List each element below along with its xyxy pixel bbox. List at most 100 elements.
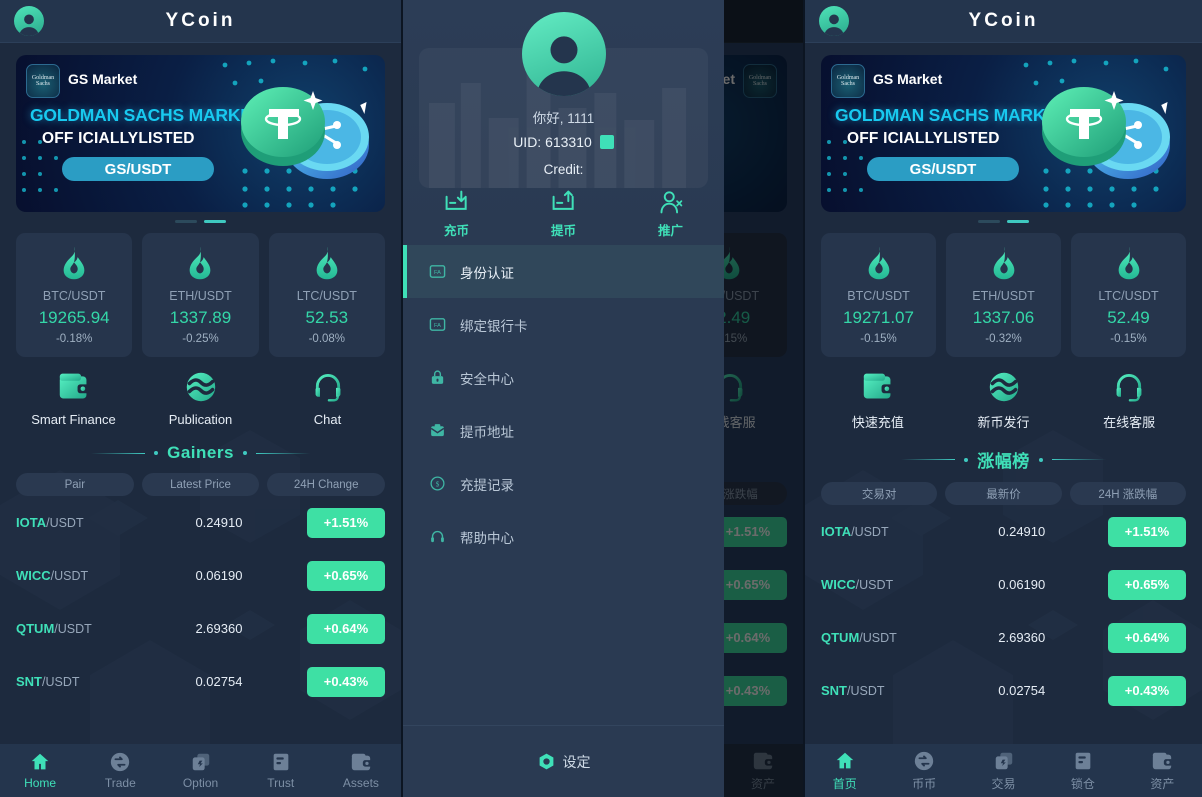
- table-row[interactable]: SNT/USDT 0.02754 +0.43%: [821, 664, 1186, 717]
- ticker-card[interactable]: ETH/USDT 1337.06 -0.32%: [946, 233, 1061, 357]
- bottom-nav-label: Assets: [342, 776, 379, 790]
- bottom-nav-trust[interactable]: Trust: [241, 744, 321, 797]
- quick-action-row: 快速充值 新币发行 在线客服: [805, 357, 1202, 437]
- section-title: Gainers: [167, 443, 234, 462]
- table-row[interactable]: IOTA/USDT 0.24910 +1.51%: [16, 496, 385, 549]
- promo-banner[interactable]: Goldman Sachs GS Market GOLDMAN SACHS MA…: [821, 55, 1186, 212]
- copy-uid-icon[interactable]: [599, 135, 614, 149]
- quick-action-smart-finance[interactable]: Smart Finance: [10, 371, 137, 427]
- banner-pair-pill[interactable]: GS/USDT: [867, 157, 1019, 181]
- banner-dot-1[interactable]: [175, 220, 197, 223]
- user-avatar-icon[interactable]: [14, 6, 44, 36]
- lock-icon: [429, 369, 446, 386]
- table-row[interactable]: QTUM/USDT 2.69360 +0.64%: [16, 602, 385, 655]
- bottom-nav-option[interactable]: Option: [160, 744, 240, 797]
- token-issue-icon: [988, 371, 1020, 403]
- row-base: IOTA: [821, 524, 852, 539]
- divider-dot-left: [154, 451, 159, 455]
- address-book-icon: [429, 422, 446, 439]
- quick-action-recharge[interactable]: 快速充值: [815, 371, 941, 431]
- column-header-price[interactable]: Latest Price: [141, 473, 260, 496]
- bottom-nav-home[interactable]: Home: [0, 744, 80, 797]
- promo-banner-carousel[interactable]: Goldman Sachs GS Market GOLDMAN SACHS MA…: [0, 43, 401, 212]
- column-header-pair[interactable]: 交易对: [821, 482, 938, 505]
- goldman-sachs-logo-icon: Goldman Sachs: [743, 64, 777, 98]
- banner-pair-pill[interactable]: GS/USDT: [62, 157, 214, 181]
- drawer-item-help-center[interactable]: 帮助中心: [403, 510, 724, 563]
- table-row[interactable]: IOTA/USDT 0.24910 +1.51%: [821, 505, 1186, 558]
- wallet-icon: [58, 371, 90, 403]
- bottom-nav-trade[interactable]: Trade: [80, 744, 160, 797]
- quick-action-support[interactable]: 在线客服: [1066, 371, 1192, 431]
- drawer-action-promote[interactable]: 推广: [617, 189, 724, 239]
- row-pair: QTUM/USDT: [16, 621, 164, 636]
- table-row[interactable]: QTUM/USDT 2.69360 +0.64%: [821, 611, 1186, 664]
- drawer-item-label: 安全中心: [460, 371, 514, 387]
- quick-action-new-token[interactable]: 新币发行: [941, 371, 1067, 431]
- row-pair: SNT/USDT: [16, 674, 164, 689]
- banner-dot-2[interactable]: [1007, 220, 1029, 223]
- ticker-price: 19271.07: [843, 307, 914, 327]
- drawer-item-transaction-records[interactable]: 充提记录: [403, 457, 724, 510]
- bottom-nav-home[interactable]: 首页: [805, 744, 884, 797]
- table-row[interactable]: WICC/USDT 0.06190 +0.65%: [16, 549, 385, 602]
- drawer-action-withdraw[interactable]: 提币: [510, 189, 617, 239]
- drawer-item-identity-verification[interactable]: 身份认证: [403, 245, 724, 298]
- drawer-item-withdraw-address[interactable]: 提币地址: [403, 404, 724, 457]
- table-row[interactable]: SNT/USDT 0.02754 +0.43%: [16, 655, 385, 708]
- banner-pagination[interactable]: [805, 212, 1202, 227]
- banner-brand: GS Market: [68, 71, 138, 87]
- bottom-nav-assets[interactable]: 资产: [1123, 744, 1202, 797]
- table-row[interactable]: WICC/USDT 0.06190 +0.65%: [821, 558, 1186, 611]
- column-header-change[interactable]: 24H 涨跌幅: [1069, 482, 1186, 505]
- app-header: YCoin: [805, 0, 1202, 43]
- drawer-item-security-center[interactable]: 安全中心: [403, 351, 724, 404]
- quick-action-publication[interactable]: Publication: [137, 371, 264, 427]
- column-header-price[interactable]: 最新价: [945, 482, 1062, 505]
- banner-dot-1[interactable]: [978, 220, 1000, 223]
- avatar[interactable]: [521, 12, 606, 96]
- row-quote: /USDT: [851, 525, 889, 539]
- section-title: 涨幅榜: [977, 452, 1030, 471]
- headset-icon: [312, 371, 344, 403]
- drawer-item-bind-bank-card[interactable]: 绑定银行卡: [403, 298, 724, 351]
- row-change-cell: +0.65%: [274, 560, 385, 591]
- ticker-card[interactable]: ETH/USDT 1337.89 -0.25%: [142, 233, 259, 357]
- gainers-table: IOTA/USDT 0.24910 +1.51% WICC/USDT 0.061…: [805, 505, 1202, 717]
- column-header-pair[interactable]: Pair: [16, 473, 134, 496]
- bottom-nav-lock[interactable]: 锁仓: [1043, 744, 1122, 797]
- three-panel-screenshot: YCoin Goldman Sachs GS Market GOLDMAN SA…: [0, 0, 1202, 797]
- banner-pagination[interactable]: [0, 212, 401, 227]
- promo-banner[interactable]: Goldman Sachs GS Market GOLDMAN SACHS MA…: [16, 55, 385, 212]
- status-badge: +0.43%: [306, 666, 385, 697]
- status-badge: +1.51%: [306, 507, 385, 538]
- drawer-action-deposit[interactable]: 充币: [403, 189, 510, 239]
- user-avatar-icon[interactable]: [819, 6, 849, 36]
- column-header-change[interactable]: 24H Change: [267, 473, 386, 496]
- status-badge: +0.65%: [306, 560, 385, 591]
- drawer-settings-button[interactable]: 设定: [403, 725, 724, 797]
- ticker-card[interactable]: LTC/USDT 52.53 -0.08%: [268, 233, 385, 357]
- promote-user-icon: [658, 189, 684, 215]
- ticker-card[interactable]: BTC/USDT 19265.94 -0.18%: [16, 233, 133, 357]
- bottom-nav-assets[interactable]: Assets: [321, 744, 401, 797]
- assets-wallet-icon: [350, 751, 372, 773]
- bottom-nav-trade[interactable]: 交易: [964, 744, 1043, 797]
- row-change-cell: +0.43%: [1077, 675, 1186, 706]
- ticker-change: -0.08%: [308, 332, 346, 345]
- row-pair: IOTA/USDT: [821, 524, 967, 539]
- side-drawer: 你好, 1111 UID: 613310 Credit: 充币 提币 推广 身份…: [403, 0, 724, 797]
- ticker-card[interactable]: BTC/USDT 19271.07 -0.15%: [821, 233, 936, 357]
- banner-dot-2[interactable]: [204, 220, 226, 223]
- swap-icon: [913, 750, 935, 772]
- drawer-action-label: 充币: [443, 224, 469, 238]
- bottom-nav-label: 首页: [832, 776, 857, 791]
- bottom-nav-coin[interactable]: 币币: [884, 744, 963, 797]
- drawer-item-label: 充提记录: [460, 477, 514, 493]
- ticker-pair: ETH/USDT: [169, 288, 232, 303]
- ticker-change: -0.25%: [182, 332, 219, 345]
- promo-banner-carousel[interactable]: Goldman Sachs GS Market GOLDMAN SACHS MA…: [805, 43, 1202, 212]
- ticker-card[interactable]: LTC/USDT 52.49 -0.15%: [1071, 233, 1186, 357]
- row-price: 0.06190: [998, 577, 1046, 592]
- quick-action-chat[interactable]: Chat: [264, 371, 391, 427]
